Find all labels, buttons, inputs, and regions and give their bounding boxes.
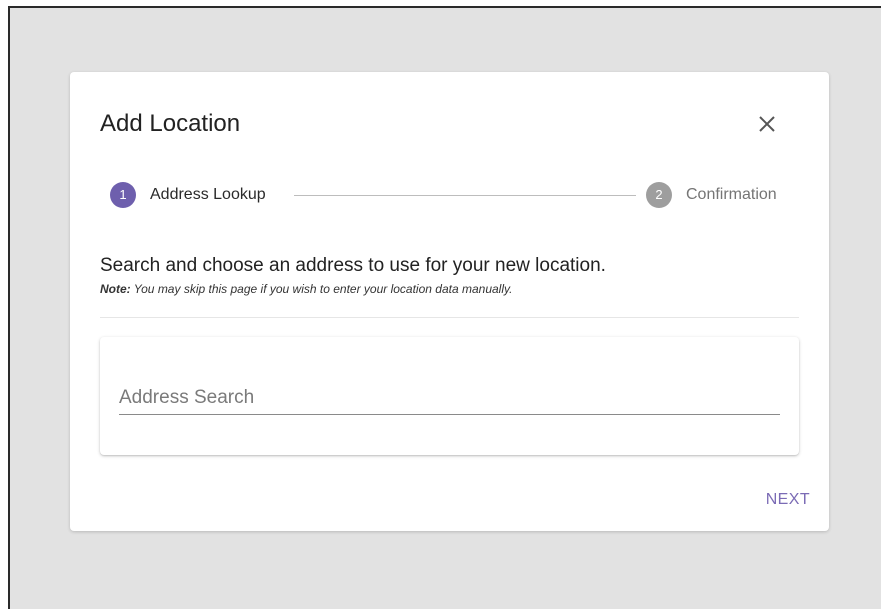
instructions-text: Search and choose an address to use for … bbox=[100, 255, 606, 276]
add-location-dialog: Add Location 1 Address Lookup 2 Confirma… bbox=[70, 72, 829, 531]
step-2-label: Confirmation bbox=[686, 186, 777, 203]
note-label: Note: bbox=[100, 282, 131, 296]
dialog-title: Add Location bbox=[100, 110, 241, 137]
step-1-label: Address Lookup bbox=[150, 186, 266, 203]
close-button[interactable] bbox=[754, 111, 780, 137]
step-2-indicator: 2 bbox=[646, 182, 672, 208]
address-search-input[interactable] bbox=[119, 381, 780, 415]
step-1-indicator: 1 bbox=[110, 182, 136, 208]
note-text: Note: You may skip this page if you wish… bbox=[100, 282, 512, 296]
step-connector bbox=[294, 195, 636, 196]
stepper: 1 Address Lookup 2 Confirmation bbox=[110, 182, 800, 208]
next-button[interactable]: NEXT bbox=[746, 486, 810, 514]
note-body: You may skip this page if you wish to en… bbox=[130, 282, 513, 296]
close-icon bbox=[759, 116, 775, 132]
address-search-card bbox=[100, 337, 799, 455]
divider bbox=[100, 317, 799, 318]
